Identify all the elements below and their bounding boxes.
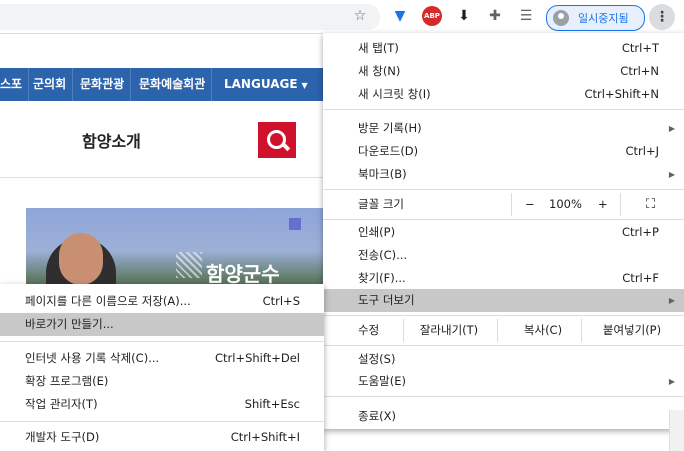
cut-button[interactable]: 잘라내기(T) <box>403 319 494 342</box>
profile-button[interactable]: 일시중지됨 <box>546 5 645 31</box>
menu-item-exit[interactable]: 종료(X) <box>323 405 684 428</box>
menu-item-task-manager[interactable]: 작업 관리자(T) Shift+Esc <box>0 393 324 416</box>
zoom-controls: − 100% + <box>511 193 621 216</box>
nav-item-sports[interactable]: 스포 <box>0 68 30 101</box>
zoom-out-button[interactable]: − <box>525 193 535 216</box>
address-bar[interactable] <box>0 4 380 30</box>
chevron-right-icon: ▶ <box>668 296 675 305</box>
chevron-right-icon: ▶ <box>668 124 675 133</box>
site-navbar: 스포 군의회 문화관광 문화예술회관 LANGUAGE ▼ <box>0 68 325 101</box>
edit-row: 수정 잘라내기(T) 복사(C) 붙여넣기(P) <box>323 319 684 342</box>
browser-main-menu: 새 탭(T) Ctrl+T 새 창(N) Ctrl+N 새 시크릿 창(I) C… <box>323 33 684 429</box>
menu-separator <box>323 109 684 110</box>
menu-separator <box>323 396 684 397</box>
chevron-right-icon: ▶ <box>668 377 675 386</box>
fullscreen-icon[interactable]: ⛶ <box>646 193 655 216</box>
language-label: LANGUAGE <box>224 77 298 91</box>
page-scrollbar[interactable] <box>669 410 684 451</box>
nav-item-arts-center[interactable]: 문화예술회관 <box>133 68 213 101</box>
menu-separator <box>0 421 324 422</box>
menu-separator <box>323 219 684 220</box>
menu-item-new-window[interactable]: 새 창(N) Ctrl+N <box>323 60 684 83</box>
menu-separator <box>0 341 324 342</box>
browser-toolbar: ☆ ▼ ABP ⬇ ✚ ☰ 일시중지됨 ⋮ <box>0 0 684 34</box>
menu-item-cast[interactable]: 전송(C)... <box>323 244 684 267</box>
menu-item-extensions[interactable]: 확장 프로그램(E) <box>0 370 324 393</box>
menu-item-downloads[interactable]: 다운로드(D) Ctrl+J <box>323 140 684 163</box>
zoom-row: 글꼴 크기 − 100% + ⛶ <box>323 193 684 216</box>
more-menu-icon[interactable]: ⋮ <box>649 4 675 30</box>
menu-separator <box>323 189 684 190</box>
menu-item-create-shortcut[interactable]: 바로가기 만들기... <box>0 313 324 336</box>
nav-item-tourism[interactable]: 문화관광 <box>74 68 132 101</box>
download-extension-icon[interactable]: ⬇ <box>455 7 473 25</box>
menu-item-developer-tools[interactable]: 개발자 도구(D) Ctrl+Shift+I <box>0 426 324 449</box>
zoom-label: 글꼴 크기 <box>358 197 404 211</box>
search-button[interactable] <box>258 122 296 158</box>
menu-item-settings[interactable]: 설정(S) <box>323 348 684 371</box>
puzzle-icon[interactable]: ✚ <box>486 7 504 25</box>
zoom-in-button[interactable]: + <box>598 193 608 216</box>
vpn-icon[interactable]: ▼ <box>391 7 409 25</box>
menu-item-print[interactable]: 인쇄(P) Ctrl+P <box>323 221 684 244</box>
menu-item-save-as[interactable]: 페이지를 다른 이름으로 저장(A)... Ctrl+S <box>0 290 324 313</box>
page-title: 함양소개 <box>82 132 141 151</box>
edit-label: 수정 <box>358 323 380 337</box>
menu-item-more-tools[interactable]: 도구 더보기 ▶ <box>323 289 684 312</box>
star-icon[interactable]: ☆ <box>351 7 369 25</box>
menu-item-clear-browsing-data[interactable]: 인터넷 사용 기록 삭제(C)... Ctrl+Shift+Del <box>0 347 324 370</box>
caret-down-icon: ▼ <box>301 81 308 90</box>
adblock-plus-icon[interactable]: ABP <box>422 6 442 26</box>
more-tools-submenu: 페이지를 다른 이름으로 저장(A)... Ctrl+S 바로가기 만들기...… <box>0 284 324 451</box>
paste-button[interactable]: 붙여넣기(P) <box>581 319 682 342</box>
profile-label: 일시중지됨 <box>578 12 629 25</box>
copy-button[interactable]: 복사(C) <box>497 319 588 342</box>
menu-item-help[interactable]: 도움말(E) ▶ <box>323 370 684 393</box>
menu-item-find[interactable]: 찾기(F)... Ctrl+F <box>323 267 684 290</box>
divider <box>0 177 325 178</box>
menu-item-incognito[interactable]: 새 시크릿 창(I) Ctrl+Shift+N <box>323 83 684 106</box>
zoom-value: 100% <box>549 197 582 211</box>
menu-item-new-tab[interactable]: 새 탭(T) Ctrl+T <box>323 37 684 60</box>
menu-separator <box>323 315 684 316</box>
reading-list-icon[interactable]: ☰ <box>517 7 535 25</box>
banner-text: 함양군수 <box>206 262 280 286</box>
nav-item-council[interactable]: 군의회 <box>27 68 74 101</box>
menu-item-bookmarks[interactable]: 북마크(B) ▶ <box>323 163 684 186</box>
menu-item-history[interactable]: 방문 기록(H) ▶ <box>323 117 684 140</box>
chevron-right-icon: ▶ <box>668 170 675 179</box>
avatar <box>553 10 569 26</box>
nav-item-language[interactable]: LANGUAGE ▼ <box>218 68 314 101</box>
menu-separator <box>323 345 684 346</box>
